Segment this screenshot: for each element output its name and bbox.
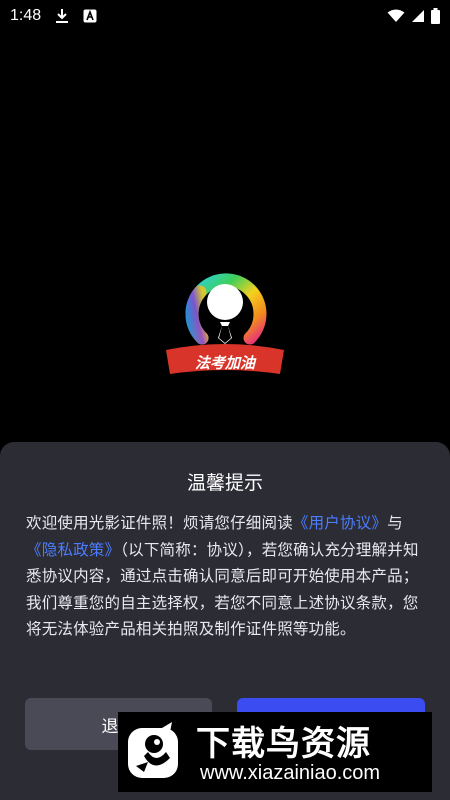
watermark-title: 下载鸟资源 (196, 724, 371, 764)
dialog-body: 欢迎使用光影证件照！烦请您仔细阅读《用户协议》与《隐私政策》（以下简称：协议），… (26, 510, 426, 643)
download-icon (55, 8, 69, 24)
wifi-icon (387, 9, 405, 23)
user-agreement-link[interactable]: 《用户协议》 (293, 514, 387, 532)
status-time: 1:48 (10, 7, 42, 24)
signal-icon (411, 9, 425, 23)
bird-logo-icon (126, 722, 184, 784)
watermark-url: www.xiazainiao.com (200, 762, 381, 784)
watermark: 下载鸟资源 www.xiazainiao.com (118, 712, 432, 792)
dialog-body-text-2: 与 (387, 514, 403, 532)
app-logo: 法考加油 (162, 262, 288, 382)
logo-text: 法考加油 (195, 354, 257, 372)
dialog-body-text-1: 欢迎使用光影证件照！烦请您仔细阅读 (26, 514, 293, 532)
battery-icon (431, 8, 440, 24)
accessibility-app-icon (83, 9, 97, 23)
status-bar: 1:48 (0, 0, 450, 32)
app-logo-graphic: 法考加油 (166, 273, 284, 374)
privacy-policy-link[interactable]: 《隐私政策》 (26, 541, 120, 559)
status-bar-right (387, 8, 440, 24)
screen: 1:48 法考加油 温馨提示 欢迎使用光影证件照！烦请您仔细阅读《用户协议》与《… (0, 0, 450, 800)
status-bar-left: 1:48 (10, 7, 97, 25)
dialog-title: 温馨提示 (186, 472, 263, 494)
